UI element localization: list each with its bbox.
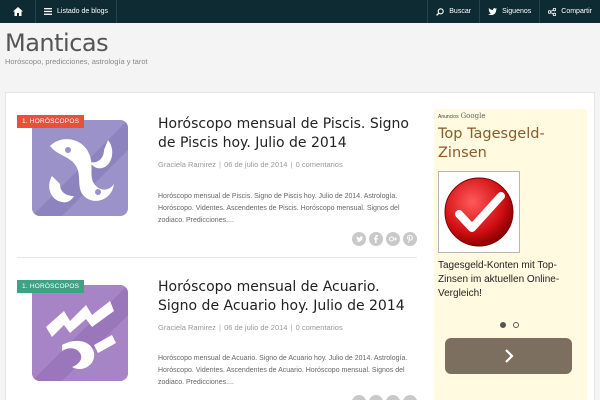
post-divider <box>17 257 417 258</box>
menu-icon <box>44 8 52 15</box>
follow-button[interactable]: Siguenos <box>479 0 539 23</box>
category-badge[interactable]: 1. HORÓSCOPOS <box>17 280 85 293</box>
post-item: 1. HORÓSCOPOS Horóscopo mensual de Acuar… <box>17 278 417 400</box>
post-comments[interactable]: 0 comentarios <box>296 323 343 332</box>
search-button[interactable]: Buscar <box>427 0 479 23</box>
home-button[interactable] <box>0 0 36 23</box>
google-plus-icon <box>389 236 397 242</box>
post-thumbnail[interactable] <box>32 285 128 381</box>
post-date[interactable]: 06 de julio de 2014 <box>224 160 287 169</box>
home-icon <box>12 7 23 16</box>
ad-title[interactable]: Top Tagesgeld-Zinsen <box>438 125 583 163</box>
share-pinterest-button[interactable] <box>403 395 417 400</box>
post-meta: Graciela Ramirez | 06 de julio de 2014 |… <box>158 323 343 332</box>
share-icon <box>548 7 557 16</box>
google-logo: Google <box>460 112 486 120</box>
content-panel: 1. HORÓSCOPOS Horóscopo mensual de Pisci… <box>5 92 595 400</box>
post-thumbnail[interactable] <box>32 120 128 216</box>
share-buttons <box>352 395 417 400</box>
blog-list-menu[interactable]: Listado de blogs <box>36 0 117 23</box>
carousel-dot-1[interactable] <box>500 322 506 328</box>
search-label: Buscar <box>449 8 472 15</box>
post-author[interactable]: Graciela Ramirez <box>158 160 216 169</box>
ad-label: Anuncios Google <box>438 112 485 120</box>
post-excerpt: Horóscopo mensual de Acuario. Signo de A… <box>158 355 408 386</box>
chevron-right-icon <box>504 349 514 363</box>
post-title[interactable]: Horóscopo mensual de Piscis. Signo de Pi… <box>158 115 413 153</box>
post-item: 1. HORÓSCOPOS Horóscopo mensual de Pisci… <box>17 113 417 253</box>
site-description: Horóscopo, predicciones, astrología y ta… <box>5 57 148 66</box>
top-navigation-bar: Listado de blogs Buscar Siguenos Compart… <box>0 0 600 23</box>
post-comments[interactable]: 0 comentarios <box>296 160 343 169</box>
search-icon <box>436 7 445 16</box>
site-title[interactable]: Manticas <box>5 29 109 57</box>
share-google-plus-button[interactable] <box>386 232 400 246</box>
share-button[interactable]: Compartir <box>539 0 600 23</box>
share-buttons <box>352 232 417 246</box>
follow-label: Siguenos <box>502 8 532 15</box>
post-title[interactable]: Horóscopo mensual de Acuario. Signo de A… <box>158 278 413 316</box>
pisces-icon <box>32 120 128 216</box>
post-date[interactable]: 06 de julio de 2014 <box>224 323 287 332</box>
share-label: Compartir <box>561 8 592 15</box>
ad-next-button[interactable] <box>445 338 572 374</box>
ad-widget[interactable]: Anuncios Google Top Tagesgeld-Zinsen Tag… <box>434 109 587 400</box>
post-author[interactable]: Graciela Ramirez <box>158 323 216 332</box>
ad-carousel-dots <box>500 322 519 328</box>
share-facebook-button[interactable] <box>369 395 383 400</box>
ad-text[interactable]: Tagesgeld-Konten mit Top-Zinsen im aktue… <box>438 259 583 301</box>
twitter-icon <box>355 236 363 242</box>
category-badge[interactable]: 1. HORÓSCOPOS <box>17 115 85 128</box>
share-twitter-button[interactable] <box>352 232 366 246</box>
share-google-plus-button[interactable] <box>386 395 400 400</box>
post-meta: Graciela Ramirez | 06 de julio de 2014 |… <box>158 160 343 169</box>
twitter-icon <box>488 8 498 15</box>
share-pinterest-button[interactable] <box>403 232 417 246</box>
ad-label-text: Anuncios <box>438 114 459 120</box>
checkmark-icon <box>444 177 514 247</box>
facebook-icon <box>374 235 378 243</box>
blog-list-label: Listado de blogs <box>57 8 108 15</box>
pinterest-icon <box>407 235 413 243</box>
share-twitter-button[interactable] <box>352 395 366 400</box>
post-excerpt: Horóscopo mensual de Piscis. Signo de Pi… <box>158 193 400 224</box>
ad-image[interactable] <box>438 171 520 253</box>
share-facebook-button[interactable] <box>369 232 383 246</box>
aquarius-icon <box>32 285 128 381</box>
carousel-dot-2[interactable] <box>513 322 519 328</box>
